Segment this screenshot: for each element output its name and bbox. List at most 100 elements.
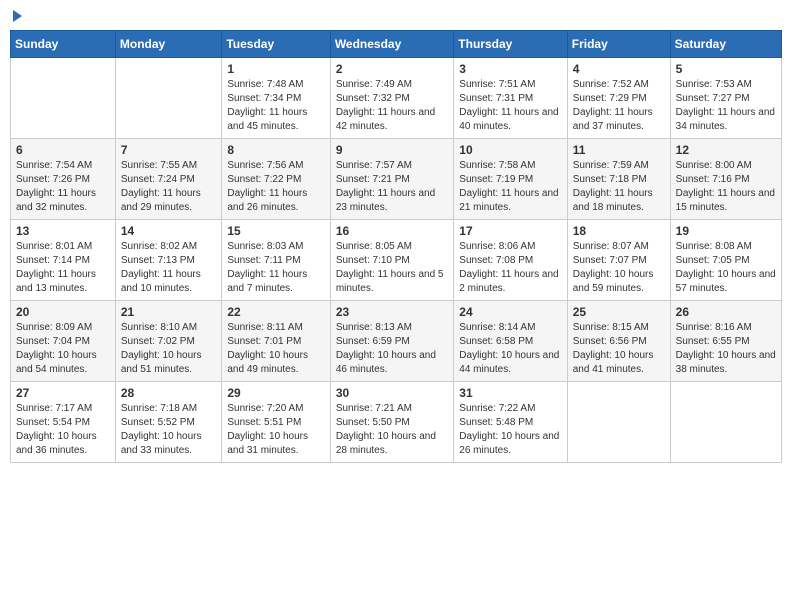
day-number: 28	[121, 386, 216, 400]
day-detail: Sunrise: 8:09 AM Sunset: 7:04 PM Dayligh…	[16, 321, 110, 377]
calendar-week-row: 6 Sunrise: 7:54 AM Sunset: 7:26 PM Daylig…	[11, 139, 782, 220]
calendar-cell: 19 Sunrise: 8:08 AM Sunset: 7:05 PM Dayli…	[670, 220, 781, 301]
day-number: 4	[573, 62, 665, 76]
day-number: 11	[573, 143, 665, 157]
day-number: 18	[573, 224, 665, 238]
logo-triangle-icon	[13, 10, 22, 22]
calendar-cell: 18 Sunrise: 8:07 AM Sunset: 7:07 PM Dayli…	[567, 220, 670, 301]
calendar-cell: 28 Sunrise: 7:18 AM Sunset: 5:52 PM Dayli…	[115, 382, 221, 463]
calendar-cell: 17 Sunrise: 8:06 AM Sunset: 7:08 PM Dayli…	[454, 220, 567, 301]
header-row: Sunday Monday Tuesday Wednesday Thursday…	[11, 31, 782, 58]
calendar-cell: 16Sunrise: 8:05 AM Sunset: 7:10 PM Dayli…	[330, 220, 453, 301]
calendar-cell: 1 Sunrise: 7:48 AM Sunset: 7:34 PM Daylig…	[222, 58, 330, 139]
col-wednesday: Wednesday	[330, 31, 453, 58]
calendar-cell: 11Sunrise: 7:59 AM Sunset: 7:18 PM Dayli…	[567, 139, 670, 220]
day-number: 2	[336, 62, 448, 76]
calendar-cell: 21 Sunrise: 8:10 AM Sunset: 7:02 PM Dayli…	[115, 301, 221, 382]
calendar-cell: 9Sunrise: 7:57 AM Sunset: 7:21 PM Daylig…	[330, 139, 453, 220]
calendar-cell	[567, 382, 670, 463]
day-detail: Sunrise: 7:17 AM Sunset: 5:54 PM Dayligh…	[16, 402, 110, 458]
day-detail: Sunrise: 7:18 AM Sunset: 5:52 PM Dayligh…	[121, 402, 216, 458]
calendar-cell: 22 Sunrise: 8:11 AM Sunset: 7:01 PM Dayli…	[222, 301, 330, 382]
calendar-week-row: 1 Sunrise: 7:48 AM Sunset: 7:34 PM Daylig…	[11, 58, 782, 139]
col-tuesday: Tuesday	[222, 31, 330, 58]
calendar-cell: 13 Sunrise: 8:01 AM Sunset: 7:14 PM Dayli…	[11, 220, 116, 301]
calendar-cell: 2 Sunrise: 7:49 AM Sunset: 7:32 PM Daylig…	[330, 58, 453, 139]
day-number: 29	[227, 386, 324, 400]
day-detail: Sunrise: 7:20 AM Sunset: 5:51 PM Dayligh…	[227, 402, 324, 458]
day-number: 3	[459, 62, 561, 76]
day-number: 14	[121, 224, 216, 238]
day-number: 8	[227, 143, 324, 157]
day-detail: Sunrise: 7:49 AM Sunset: 7:32 PM Dayligh…	[336, 78, 448, 134]
logo	[10, 10, 22, 22]
calendar-cell: 7 Sunrise: 7:55 AM Sunset: 7:24 PM Daylig…	[115, 139, 221, 220]
calendar-cell: 24 Sunrise: 8:14 AM Sunset: 6:58 PM Dayli…	[454, 301, 567, 382]
calendar-cell: 6 Sunrise: 7:54 AM Sunset: 7:26 PM Daylig…	[11, 139, 116, 220]
col-thursday: Thursday	[454, 31, 567, 58]
day-detail: Sunrise: 7:53 AM Sunset: 7:27 PM Dayligh…	[676, 78, 776, 134]
calendar-cell: 25 Sunrise: 8:15 AM Sunset: 6:56 PM Dayli…	[567, 301, 670, 382]
day-number: 20	[16, 305, 110, 319]
day-detail: Sunrise: 7:55 AM Sunset: 7:24 PM Dayligh…	[121, 159, 216, 215]
calendar-cell	[670, 382, 781, 463]
day-detail: Sunrise: 7:22 AM Sunset: 5:48 PM Dayligh…	[459, 402, 561, 458]
day-detail: Sunrise: 8:00 AM Sunset: 7:16 PM Dayligh…	[676, 159, 776, 215]
day-number: 13	[16, 224, 110, 238]
calendar-cell: 15 Sunrise: 8:03 AM Sunset: 7:11 PM Dayli…	[222, 220, 330, 301]
day-detail: Sunrise: 8:02 AM Sunset: 7:13 PM Dayligh…	[121, 240, 216, 296]
day-detail: Sunrise: 8:06 AM Sunset: 7:08 PM Dayligh…	[459, 240, 561, 296]
day-number: 22	[227, 305, 324, 319]
day-detail: Sunrise: 8:15 AM Sunset: 6:56 PM Dayligh…	[573, 321, 665, 377]
day-number: 7	[121, 143, 216, 157]
calendar-cell: 8Sunrise: 7:56 AM Sunset: 7:22 PM Daylig…	[222, 139, 330, 220]
day-detail: Sunrise: 7:48 AM Sunset: 7:34 PM Dayligh…	[227, 78, 324, 134]
day-detail: Sunrise: 8:05 AM Sunset: 7:10 PM Dayligh…	[336, 240, 448, 296]
calendar-cell: 31 Sunrise: 7:22 AM Sunset: 5:48 PM Dayli…	[454, 382, 567, 463]
day-number: 27	[16, 386, 110, 400]
calendar-cell: 12Sunrise: 8:00 AM Sunset: 7:16 PM Dayli…	[670, 139, 781, 220]
day-number: 1	[227, 62, 324, 76]
day-number: 17	[459, 224, 561, 238]
day-detail: Sunrise: 7:21 AM Sunset: 5:50 PM Dayligh…	[336, 402, 448, 458]
day-number: 6	[16, 143, 110, 157]
day-number: 24	[459, 305, 561, 319]
day-detail: Sunrise: 8:08 AM Sunset: 7:05 PM Dayligh…	[676, 240, 776, 296]
day-detail: Sunrise: 7:52 AM Sunset: 7:29 PM Dayligh…	[573, 78, 665, 134]
day-number: 21	[121, 305, 216, 319]
day-number: 31	[459, 386, 561, 400]
calendar-cell: 3 Sunrise: 7:51 AM Sunset: 7:31 PM Daylig…	[454, 58, 567, 139]
calendar-week-row: 27 Sunrise: 7:17 AM Sunset: 5:54 PM Dayli…	[11, 382, 782, 463]
day-detail: Sunrise: 7:58 AM Sunset: 7:19 PM Dayligh…	[459, 159, 561, 215]
calendar-week-row: 20 Sunrise: 8:09 AM Sunset: 7:04 PM Dayli…	[11, 301, 782, 382]
day-number: 26	[676, 305, 776, 319]
day-detail: Sunrise: 7:57 AM Sunset: 7:21 PM Dayligh…	[336, 159, 448, 215]
day-detail: Sunrise: 8:10 AM Sunset: 7:02 PM Dayligh…	[121, 321, 216, 377]
day-number: 25	[573, 305, 665, 319]
day-detail: Sunrise: 8:07 AM Sunset: 7:07 PM Dayligh…	[573, 240, 665, 296]
day-detail: Sunrise: 7:51 AM Sunset: 7:31 PM Dayligh…	[459, 78, 561, 134]
col-monday: Monday	[115, 31, 221, 58]
calendar-cell: 20 Sunrise: 8:09 AM Sunset: 7:04 PM Dayli…	[11, 301, 116, 382]
day-detail: Sunrise: 8:01 AM Sunset: 7:14 PM Dayligh…	[16, 240, 110, 296]
day-number: 30	[336, 386, 448, 400]
calendar-cell: 26Sunrise: 8:16 AM Sunset: 6:55 PM Dayli…	[670, 301, 781, 382]
calendar-body: 1 Sunrise: 7:48 AM Sunset: 7:34 PM Daylig…	[11, 58, 782, 463]
col-friday: Friday	[567, 31, 670, 58]
page-header	[10, 10, 782, 22]
day-detail: Sunrise: 8:03 AM Sunset: 7:11 PM Dayligh…	[227, 240, 324, 296]
day-detail: Sunrise: 8:13 AM Sunset: 6:59 PM Dayligh…	[336, 321, 448, 377]
calendar-header: Sunday Monday Tuesday Wednesday Thursday…	[11, 31, 782, 58]
day-detail: Sunrise: 8:14 AM Sunset: 6:58 PM Dayligh…	[459, 321, 561, 377]
day-number: 15	[227, 224, 324, 238]
day-number: 19	[676, 224, 776, 238]
calendar-cell: 27 Sunrise: 7:17 AM Sunset: 5:54 PM Dayli…	[11, 382, 116, 463]
calendar-cell	[11, 58, 116, 139]
calendar-cell: 4 Sunrise: 7:52 AM Sunset: 7:29 PM Daylig…	[567, 58, 670, 139]
day-detail: Sunrise: 7:54 AM Sunset: 7:26 PM Dayligh…	[16, 159, 110, 215]
day-detail: Sunrise: 8:11 AM Sunset: 7:01 PM Dayligh…	[227, 321, 324, 377]
calendar-week-row: 13 Sunrise: 8:01 AM Sunset: 7:14 PM Dayli…	[11, 220, 782, 301]
day-number: 10	[459, 143, 561, 157]
calendar-cell: 14 Sunrise: 8:02 AM Sunset: 7:13 PM Dayli…	[115, 220, 221, 301]
calendar-cell: 10 Sunrise: 7:58 AM Sunset: 7:19 PM Dayli…	[454, 139, 567, 220]
